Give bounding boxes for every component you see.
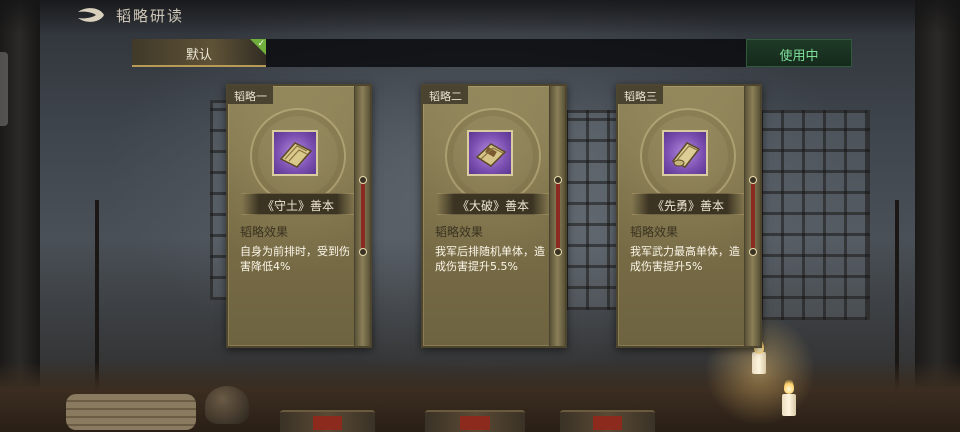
candle bbox=[782, 394, 796, 416]
rail-track bbox=[751, 180, 755, 252]
scroll-book-icon bbox=[279, 142, 313, 168]
in-use-label: 使用中 bbox=[779, 49, 819, 64]
side-drawer-handle[interactable] bbox=[0, 52, 8, 126]
table-rug bbox=[560, 410, 655, 432]
rail-knob bbox=[554, 176, 562, 184]
rail-knob bbox=[359, 248, 367, 256]
card-side-rail bbox=[549, 86, 565, 346]
table-rug bbox=[280, 410, 375, 432]
effect-description: 我军武力最高单体，造成伤害提升5% bbox=[630, 245, 740, 273]
scroll-bundle bbox=[66, 394, 196, 430]
item-slot[interactable] bbox=[467, 130, 513, 176]
back-button[interactable] bbox=[74, 4, 108, 26]
item-slot[interactable] bbox=[662, 130, 708, 176]
rail-knob bbox=[749, 176, 757, 184]
rail-knob bbox=[359, 176, 367, 184]
item-name-bar: 《大破》善本 bbox=[437, 193, 549, 215]
strategy-card-2[interactable]: 韬略二 《大破》善本 韬略效果 我军后排随机单体，造成伤害提升5.5% bbox=[421, 84, 567, 348]
effect-description: 我军后排随机单体，造成伤害提升5.5% bbox=[435, 245, 545, 273]
tab-default-label: 默认 bbox=[185, 48, 212, 63]
item-name: 《守土》善本 bbox=[261, 199, 334, 213]
item-slot[interactable] bbox=[272, 130, 318, 176]
top-bar: 韬略研读 bbox=[0, 0, 960, 34]
card-slot-label: 韬略一 bbox=[228, 86, 273, 104]
preset-tab-bar: 默认 ✓ 使用中 bbox=[132, 39, 852, 67]
in-use-button[interactable]: 使用中 bbox=[746, 39, 852, 67]
rail-knob bbox=[554, 248, 562, 256]
strategy-card-3[interactable]: 韬略三 《先勇》善本 韬略效果 我军武力最高单体，造成伤害提升5% bbox=[616, 84, 762, 348]
card-side-rail bbox=[744, 86, 760, 346]
effect-heading: 韬略效果 bbox=[435, 225, 484, 239]
strategy-card-1[interactable]: 韬略一 《守土》善本 韬略效果 自身为前排时，受到伤害降低4% bbox=[226, 84, 372, 348]
scroll-book-icon bbox=[475, 143, 507, 167]
effect-description: 自身为前排时，受到伤害降低4% bbox=[240, 245, 350, 273]
rail-knob bbox=[749, 248, 757, 256]
page-title: 韬略研读 bbox=[116, 7, 185, 25]
back-arrow-icon bbox=[78, 8, 104, 22]
incense-burner bbox=[205, 386, 249, 424]
rail-track bbox=[556, 180, 560, 252]
item-name-bar: 《守土》善本 bbox=[242, 193, 354, 215]
scroll-book-icon bbox=[671, 142, 701, 168]
tab-default-preset[interactable]: 默认 ✓ bbox=[132, 39, 266, 67]
background-window bbox=[760, 110, 870, 320]
rail-track bbox=[361, 180, 365, 252]
item-name: 《先勇》善本 bbox=[651, 199, 724, 213]
effect-heading: 韬略效果 bbox=[240, 225, 289, 239]
candle bbox=[752, 352, 766, 374]
check-icon: ✓ bbox=[250, 39, 266, 55]
item-name: 《大破》善本 bbox=[456, 199, 529, 213]
card-side-rail bbox=[354, 86, 370, 346]
item-name-bar: 《先勇》善本 bbox=[632, 193, 744, 215]
candle-flame bbox=[784, 378, 794, 394]
table-rug bbox=[425, 410, 525, 432]
effect-heading: 韬略效果 bbox=[630, 225, 679, 239]
card-slot-label: 韬略二 bbox=[423, 86, 468, 104]
card-slot-label: 韬略三 bbox=[618, 86, 663, 104]
